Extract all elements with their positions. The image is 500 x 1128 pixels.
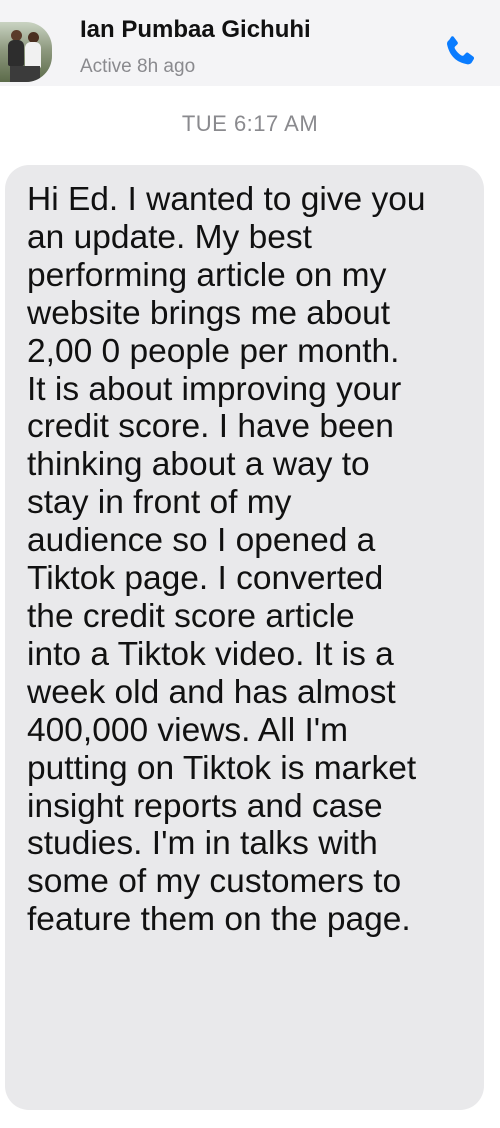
call-button[interactable] (436, 28, 484, 76)
message-text: Hi Ed. I wanted to give you an update. M… (27, 181, 426, 939)
contact-status: Active 8h ago (80, 56, 196, 77)
contact-avatar[interactable] (0, 22, 52, 82)
phone-icon (447, 36, 475, 65)
avatar-figure-body (25, 42, 41, 68)
avatar-figure-body (8, 40, 24, 66)
message-timestamp: TUE 6:17 AM (181, 111, 319, 136)
contact-name[interactable]: Ian Pumbaa Gichuhi (80, 16, 311, 44)
chat-header: Ian Pumbaa Gichuhi Active 8h ago (0, 0, 500, 86)
incoming-message-bubble[interactable]: Hi Ed. I wanted to give you an update. M… (5, 165, 484, 1110)
avatar-figure-legs (10, 66, 40, 82)
